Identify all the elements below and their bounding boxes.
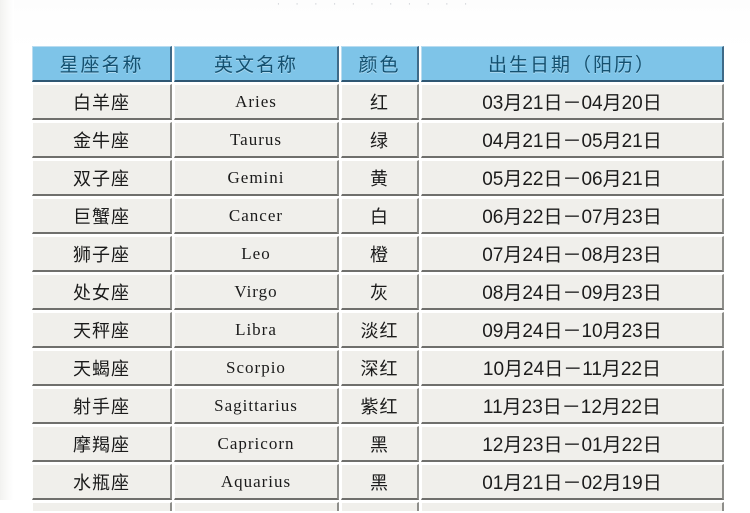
cell-color: 橙 <box>341 236 419 272</box>
column-header-color[interactable]: 颜色 <box>341 46 419 82</box>
cell-english-name: Gemini <box>174 160 339 196</box>
cell-english-name: Taurus <box>174 122 339 158</box>
column-header-english-name[interactable]: 英文名称 <box>174 46 339 82</box>
cell-english-name: Cancer <box>174 198 339 234</box>
cell-sign-name: 射手座 <box>32 388 172 424</box>
cell-english-name: Virgo <box>174 274 339 310</box>
cell-sign-name: 处女座 <box>32 274 172 310</box>
cell-sign-name: 巨蟹座 <box>32 198 172 234</box>
zodiac-table: 星座名称 英文名称 颜色 出生日期（阳历） 白羊座 Aries 红 03月21日－04… <box>30 44 726 513</box>
table-body: 白羊座 Aries 红 03月21日－04月20日 金牛座 Taurus 绿 04月21日－0… <box>32 84 724 511</box>
cell-birth-date: 07月24日－08月23日 <box>421 236 724 272</box>
cropped-top-text: · · · · · · · · · · · <box>276 0 474 9</box>
cell-english-name <box>174 502 339 511</box>
cell-sign-name: 金牛座 <box>32 122 172 158</box>
cell-color <box>341 502 419 511</box>
cell-sign-name: 水瓶座 <box>32 464 172 500</box>
table-header: 星座名称 英文名称 颜色 出生日期（阳历） <box>32 46 724 82</box>
cell-birth-date: 10月24日－11月22日 <box>421 350 724 386</box>
table-row[interactable]: 白羊座 Aries 红 03月21日－04月20日 <box>32 84 724 120</box>
cell-birth-date: 05月22日－06月21日 <box>421 160 724 196</box>
cell-color: 红 <box>341 84 419 120</box>
cell-color: 淡红 <box>341 312 419 348</box>
table-row[interactable]: 水瓶座 Aquarius 黑 01月21日－02月19日 <box>32 464 724 500</box>
table-row[interactable]: 狮子座 Leo 橙 07月24日－08月23日 <box>32 236 724 272</box>
column-header-birth-date[interactable]: 出生日期（阳历） <box>421 46 724 82</box>
cell-sign-name: 双子座 <box>32 160 172 196</box>
cell-sign-name <box>32 502 172 511</box>
cell-english-name: Sagittarius <box>174 388 339 424</box>
cell-birth-date: 04月21日－05月21日 <box>421 122 724 158</box>
table-row[interactable]: 射手座 Sagittarius 紫红 11月23日－12月22日 <box>32 388 724 424</box>
cell-birth-date: 11月23日－12月22日 <box>421 388 724 424</box>
cell-sign-name: 白羊座 <box>32 84 172 120</box>
cell-english-name: Scorpio <box>174 350 339 386</box>
table-row-clipped <box>32 502 724 511</box>
table-row[interactable]: 摩羯座 Capricorn 黑 12月23日－01月22日 <box>32 426 724 462</box>
cell-color: 绿 <box>341 122 419 158</box>
cell-color: 紫红 <box>341 388 419 424</box>
cell-sign-name: 狮子座 <box>32 236 172 272</box>
cell-birth-date: 08月24日－09月23日 <box>421 274 724 310</box>
cell-sign-name: 摩羯座 <box>32 426 172 462</box>
table-row[interactable]: 处女座 Virgo 灰 08月24日－09月23日 <box>32 274 724 310</box>
cell-color: 深红 <box>341 350 419 386</box>
cell-english-name: Libra <box>174 312 339 348</box>
cell-color: 黄 <box>341 160 419 196</box>
cell-english-name: Capricorn <box>174 426 339 462</box>
cell-color: 白 <box>341 198 419 234</box>
zodiac-table-container: 星座名称 英文名称 颜色 出生日期（阳历） 白羊座 Aries 红 03月21日－04… <box>30 44 724 513</box>
table-row[interactable]: 双子座 Gemini 黄 05月22日－06月21日 <box>32 160 724 196</box>
cell-english-name: Leo <box>174 236 339 272</box>
table-row[interactable]: 天秤座 Libra 淡红 09月24日－10月23日 <box>32 312 724 348</box>
table-row[interactable]: 巨蟹座 Cancer 白 06月22日－07月23日 <box>32 198 724 234</box>
cell-english-name: Aquarius <box>174 464 339 500</box>
cell-color: 黑 <box>341 426 419 462</box>
cell-sign-name: 天蝎座 <box>32 350 172 386</box>
table-row[interactable]: 金牛座 Taurus 绿 04月21日－05月21日 <box>32 122 724 158</box>
cell-birth-date: 03月21日－04月20日 <box>421 84 724 120</box>
cell-birth-date: 09月24日－10月23日 <box>421 312 724 348</box>
cell-birth-date <box>421 502 724 511</box>
table-header-row: 星座名称 英文名称 颜色 出生日期（阳历） <box>32 46 724 82</box>
cell-sign-name: 天秤座 <box>32 312 172 348</box>
cell-english-name: Aries <box>174 84 339 120</box>
cell-color: 黑 <box>341 464 419 500</box>
cell-color: 灰 <box>341 274 419 310</box>
column-header-name[interactable]: 星座名称 <box>32 46 172 82</box>
cell-birth-date: 01月21日－02月19日 <box>421 464 724 500</box>
page-background: · · · · · · · · · · · 星座名称 英文名称 颜色 出生日期（… <box>0 0 750 511</box>
table-row[interactable]: 天蝎座 Scorpio 深红 10月24日－11月22日 <box>32 350 724 386</box>
cell-birth-date: 06月22日－07月23日 <box>421 198 724 234</box>
cell-birth-date: 12月23日－01月22日 <box>421 426 724 462</box>
